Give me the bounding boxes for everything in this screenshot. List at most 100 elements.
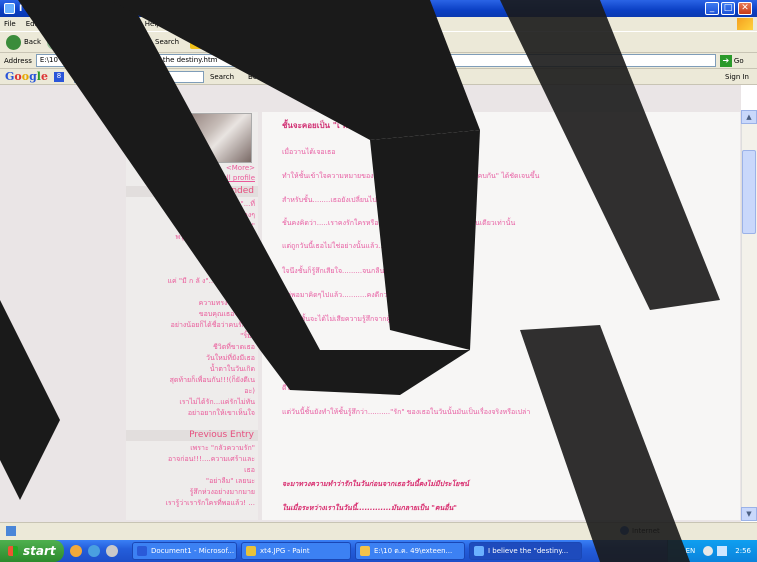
google-toolbar: Google 8 Search Bookmarks Find Check Aut…	[0, 69, 757, 85]
google-search-input[interactable]	[73, 70, 204, 83]
recommended-link[interactable]: เสียใจแล้ว	[128, 244, 258, 253]
recommended-link[interactable]: "ต ล อ ด ชี วิ ต"	[128, 222, 258, 231]
ie-icon	[4, 3, 15, 14]
task-explorer[interactable]: E:\10 ต.ค. 49\exteen...	[355, 542, 465, 560]
recommended-link[interactable]: ขอบคุณเธอจริงๆ!!	[128, 310, 258, 319]
volume-icon[interactable]	[717, 546, 728, 556]
google-g-icon[interactable]: 8	[53, 71, 64, 82]
post-line: ดีใจที่เธอคบคนกว่า "รัก"	[282, 384, 357, 392]
scroll-down-arrow-icon[interactable]: ▼	[741, 507, 757, 521]
recommended-link[interactable]: สุดท้ายก็เพื่อนกัน!!!(ก็ยังดีเน	[128, 376, 258, 385]
previous-entry-link[interactable]: "อย่าลืม" เลยนะ	[128, 477, 258, 486]
previous-entry-link[interactable]: เพราะ "กลัวความรัก"	[128, 444, 258, 453]
language-indicator[interactable]: EN	[686, 547, 696, 555]
recommended-link[interactable]: อย่างน้อยก็ได้ชื่อว่าคนรักกัน	[128, 321, 258, 330]
sign-in-button[interactable]: Sign In	[725, 73, 749, 81]
go-button[interactable]: ➔ Go	[719, 54, 744, 67]
firefox-icon[interactable]	[70, 545, 82, 557]
previous-entry-link[interactable]: อาจก่อน!!!....ความเศร้าและ	[128, 455, 258, 464]
stop-icon[interactable]	[70, 35, 84, 49]
folder-icon[interactable]	[341, 35, 356, 49]
menu-favorites[interactable]: Favorites	[76, 20, 108, 28]
address-input[interactable]: E:\10 ต.ค. 49\exteen.com\I believe the d…	[35, 54, 716, 67]
menu-view[interactable]: View	[49, 20, 66, 28]
start-button[interactable]: start	[0, 540, 64, 562]
search-icon[interactable]	[137, 34, 152, 50]
recommended-link[interactable]: ความทรงจำดีดี~2	[128, 299, 258, 308]
task-ie[interactable]: I believe the "destiny...	[469, 542, 582, 560]
network-icon[interactable]	[703, 546, 714, 556]
mail-icon[interactable]	[269, 35, 284, 49]
go-arrow-icon: ➔	[719, 54, 732, 67]
desktop-icon[interactable]	[106, 545, 118, 557]
find-button[interactable]: Find	[301, 73, 315, 81]
previous-entry-link[interactable]: เรารู้ว่าเรารักใครที่พอแล้ว! ...	[128, 499, 258, 508]
recommended-link[interactable]: "วั น ดี ดี"	[128, 255, 258, 264]
recommended-link[interactable]: เราไม่ได้รัก...แค่รักไม่ทัน	[128, 398, 258, 407]
previous-entry-link[interactable]: รู้สึกห่วงอย่างมากมาย	[128, 488, 258, 497]
more-link[interactable]: <More>	[128, 164, 258, 173]
edit-icon[interactable]	[317, 35, 332, 49]
menu-help[interactable]: Help	[145, 20, 161, 28]
close-button[interactable]: ✕	[738, 2, 752, 15]
search-button[interactable]: Search	[155, 38, 179, 46]
scroll-thumb[interactable]	[742, 150, 756, 234]
post-line: เพราะชั้นจะได้ไม่เสียความรู้สึกจากผู้ชาย…	[282, 315, 460, 323]
bookmarks-button[interactable]: Bookmarks	[248, 73, 287, 81]
recommended-link[interactable]: ชั้นจะคอยเป็น "เ พื่ อ น"...ที่	[128, 200, 258, 209]
task-word[interactable]: Document1 - Microsof...	[132, 542, 237, 560]
refresh-icon[interactable]	[94, 35, 108, 49]
messenger-icon[interactable]	[365, 35, 380, 49]
menu-tools[interactable]: Tools	[118, 20, 135, 28]
back-button[interactable]: Back	[24, 38, 41, 46]
minimize-button[interactable]: _	[705, 2, 719, 15]
taskbar: start Document1 - Microsof... xt4.JPG - …	[0, 540, 757, 562]
print-icon[interactable]	[293, 35, 308, 49]
favorites-star-icon[interactable]	[190, 35, 205, 49]
check-button[interactable]: Check	[330, 73, 352, 81]
menu-edit[interactable]: Edit	[26, 20, 40, 28]
menu-file[interactable]: File	[4, 20, 16, 28]
post-line: แต่ถูกวันนี้เธอไม่ใช่อย่างนั้นแล้ว......…	[282, 242, 443, 250]
recommended-link[interactable]: วันใหม่ที่ยังมีเธอ	[128, 354, 258, 363]
post-title: ชั้นจะคอยเป็น "เ พื่ อ น"...ที่ห่วง "เ ธ…	[282, 121, 453, 130]
recommended-link[interactable]: อะ)	[128, 387, 258, 396]
maximize-button[interactable]: □	[721, 2, 735, 15]
recommended-link[interactable]: น้ำตาในวันเกิด	[128, 365, 258, 374]
history-icon[interactable]	[246, 34, 262, 50]
blog-post: ชั้นจะคอยเป็น "เ พื่ อ น"...ที่ห่วง "เ ธ…	[262, 112, 740, 520]
back-arrow-icon[interactable]	[6, 34, 21, 50]
forward-arrow-icon[interactable]	[47, 34, 62, 50]
view-profile-link[interactable]: View full profile	[128, 174, 258, 183]
windows-flag-icon	[8, 546, 18, 556]
ie-quicklaunch-icon[interactable]	[88, 545, 100, 557]
post-line: จะมาทวงความทำว่ารักในวันก่อนจากเธอวันนี้…	[282, 480, 469, 488]
window-title-bar[interactable]: I believe the "destiny" - Microsoft Inte…	[0, 0, 757, 17]
task-word-label: Document1 - Microsof...	[151, 547, 235, 555]
recommended-link[interactable]: "ริ้ม"	[128, 332, 258, 341]
task-paint-label: xt4.JPG - Paint	[260, 547, 310, 555]
profile-avatar	[180, 113, 252, 163]
recommended-link[interactable]: พรุ่งนี้จะเกิดอะไรขึ้น...ก็ไม่	[128, 233, 258, 242]
recommended-link[interactable]: แค่ "มี ก ลั ง"...ไม่ใช่ "ค ด ลั	[128, 277, 258, 286]
clock: 2:56	[735, 547, 751, 555]
scroll-up-arrow-icon[interactable]: ▲	[741, 110, 757, 124]
recommended-link[interactable]: ห่วง "เ ธ อ"อยู่ห่างๆ	[128, 211, 258, 220]
previous-entry-heading: Previous Entry	[126, 430, 258, 441]
windows-logo-icon	[737, 18, 753, 30]
task-paint[interactable]: xt4.JPG - Paint	[241, 542, 351, 560]
google-search-button[interactable]: Search	[210, 73, 234, 81]
previous-entry-link[interactable]: เธอ	[128, 466, 258, 475]
recommended-link[interactable]: ขอบคุณเทอจริงๆ	[128, 266, 258, 275]
post-line: ทำให้ชั้นเข้าใจความหมายของคำว่า........"…	[282, 172, 540, 180]
task-ie-label: I believe the "destiny...	[488, 547, 569, 555]
favorites-button[interactable]: Favorites	[209, 38, 241, 46]
home-icon[interactable]	[118, 35, 132, 49]
go-label: Go	[733, 56, 744, 65]
recommended-link[interactable]: ชีวิตที่ขาดเธอ	[128, 343, 258, 352]
zone-label: Internet	[632, 526, 660, 535]
post-line: แต่วันนี้ชั้นยังทำให้ชั้นรู้สึกว่า......…	[282, 408, 531, 416]
recommended-link[interactable]: อย่าอยากให้เขาเห็นใจ	[128, 409, 258, 418]
autofill-button[interactable]: AutoFill	[365, 73, 391, 81]
recommended-link[interactable]: ง"	[128, 288, 258, 297]
